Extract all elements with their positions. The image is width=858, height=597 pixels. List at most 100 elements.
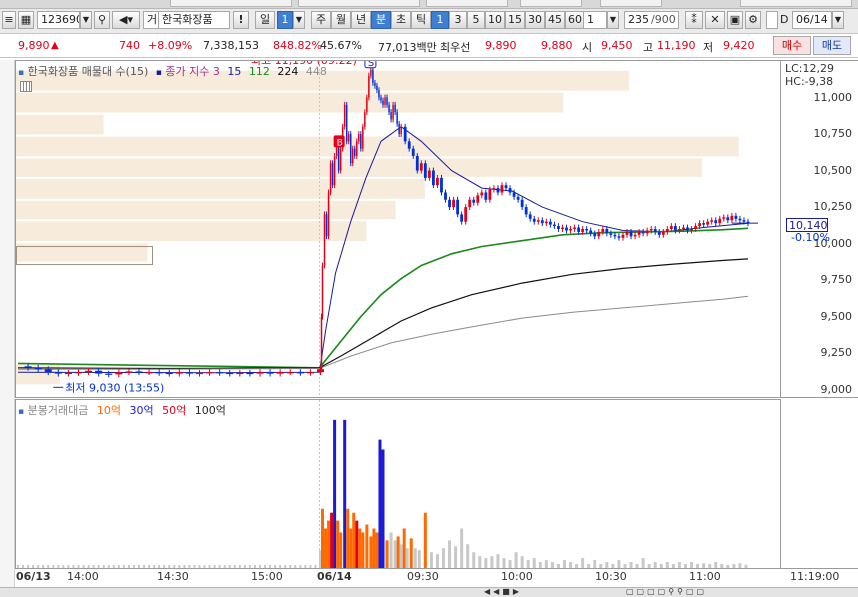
window-tab[interactable]: [520, 0, 582, 7]
candle-body: [645, 230, 649, 234]
grid-toggle-icon[interactable]: [20, 81, 32, 92]
best-ask: 9,890: [485, 39, 517, 52]
volume-bar: [429, 552, 433, 568]
lc-label: LC:12,29: [785, 62, 835, 75]
volume-bar: [562, 560, 566, 568]
volume-bar-small: [299, 565, 302, 568]
legend-collapse-icon[interactable]: ▪: [18, 68, 24, 78]
candle-body: [356, 141, 358, 156]
candle-body: [400, 126, 402, 135]
date-input[interactable]: 06/14: [792, 11, 832, 29]
legend-ma-15: 15: [227, 65, 242, 78]
volume-bar: [683, 564, 687, 568]
save-icon[interactable]: ▣: [727, 11, 743, 29]
window-tab[interactable]: [740, 0, 852, 7]
period-minute-button[interactable]: 분: [371, 11, 391, 29]
candle-body: [296, 372, 304, 374]
chart-type-icon[interactable]: ▦: [18, 11, 34, 29]
minute-option-1[interactable]: 1: [431, 11, 449, 29]
candle-body: [440, 177, 443, 193]
buy-signal-label: B: [337, 138, 343, 148]
price-tick-label: 10,250: [813, 200, 853, 214]
volume-bar: [665, 562, 669, 568]
indicator-icon[interactable]: ⁑: [685, 11, 703, 29]
volume-bar-small: [253, 565, 256, 568]
candle-body: [427, 170, 431, 178]
volume-bar-small: [132, 565, 135, 568]
window-tab[interactable]: [170, 0, 292, 7]
candle-body: [175, 372, 183, 374]
volume-bar-small: [274, 565, 277, 568]
date-checkbox[interactable]: [766, 11, 778, 29]
bar-count-input[interactable]: 235: [624, 11, 652, 29]
alert-button[interactable]: !: [233, 11, 249, 29]
buy-button[interactable]: 매수: [773, 36, 811, 55]
period-tick-button[interactable]: 틱: [411, 11, 431, 29]
minute-option-30[interactable]: 30: [525, 11, 545, 29]
minute-option-3[interactable]: 3: [449, 11, 467, 29]
volume-bar-small: [57, 565, 60, 568]
scroll-nav-icons[interactable]: ◀◀■▶: [484, 588, 544, 596]
volume-bar-small: [32, 565, 35, 568]
period-year-button[interactable]: 년: [351, 11, 371, 29]
window-tab[interactable]: [600, 0, 662, 7]
volume-bar-small: [158, 565, 161, 568]
volume-bar-small: [67, 565, 70, 568]
minute-option-60[interactable]: 60: [565, 11, 585, 29]
change-percent: +8.09%: [148, 39, 193, 52]
volume-legend-icon[interactable]: ▪: [18, 407, 24, 417]
volume-bar: [581, 558, 585, 568]
volume-chart-canvas[interactable]: [16, 400, 780, 568]
candle-body: [472, 199, 476, 203]
minute-option-10[interactable]: 10: [485, 11, 505, 29]
date-dropdown[interactable]: ▼: [832, 11, 844, 29]
stock-code-input[interactable]: 123690: [37, 11, 80, 29]
gear-icon[interactable]: ⚙: [745, 11, 761, 29]
candle-body: [633, 234, 637, 237]
candle-body: [706, 221, 710, 225]
price-tick-label: 9,500: [820, 309, 853, 323]
period-month-button[interactable]: 월: [331, 11, 351, 29]
candle-body: [432, 170, 435, 186]
volume-bar-small: [148, 565, 151, 568]
window-tab-strip: [0, 0, 858, 9]
best-bid: 9,880: [541, 39, 573, 52]
volume-bar-small: [153, 565, 156, 568]
menu-toggle-icon[interactable]: ≡: [2, 11, 16, 29]
volume-bar: [333, 419, 337, 568]
price-chart-canvas[interactable]: S최고 11,190 (09:22)B최저 9,030 (13:55): [16, 61, 780, 397]
minute-option-45[interactable]: 45: [545, 11, 565, 29]
volume-bar-small: [213, 565, 216, 568]
window-tab[interactable]: [426, 0, 508, 7]
volume-profile-bar: [16, 178, 425, 199]
volume-bar: [520, 556, 524, 568]
window-tab[interactable]: [298, 0, 420, 7]
stock-code-dropdown[interactable]: ▼: [80, 11, 92, 29]
candle-body: [581, 229, 585, 232]
period-second-button[interactable]: 초: [391, 11, 411, 29]
volume-bar: [355, 520, 359, 568]
search-icon[interactable]: ⚲: [94, 11, 110, 29]
candle-body: [460, 214, 464, 222]
candle-body: [394, 104, 396, 113]
price-chart-pane[interactable]: S최고 11,190 (09:22)B최저 9,030 (13:55) ▪ 한국…: [15, 60, 781, 398]
period-day-button[interactable]: 일: [255, 11, 275, 29]
minute-option-15[interactable]: 15: [505, 11, 525, 29]
period-week-button[interactable]: 주: [311, 11, 331, 29]
stock-name-field[interactable]: 한국화장품: [158, 11, 230, 29]
candle-body: [661, 231, 665, 235]
draw-tool-icon[interactable]: ✕: [705, 11, 725, 29]
sound-icon[interactable]: ◀▾: [112, 11, 140, 29]
zoom-tool-icons[interactable]: ▢▢▢▢⚲⚲▢▢: [626, 588, 726, 596]
interval-input[interactable]: 1: [583, 11, 607, 29]
minute-option-5[interactable]: 5: [467, 11, 485, 29]
candle-body: [540, 220, 544, 224]
candle-body: [276, 372, 284, 374]
interval-dropdown[interactable]: ▼: [607, 11, 619, 29]
volume-bar-small: [309, 565, 312, 568]
period-day-count[interactable]: 1: [277, 11, 293, 29]
volume-chart-pane[interactable]: ▪ 분봉거래대금 10억 30억 50억 100억: [15, 399, 781, 569]
period-day-dropdown[interactable]: ▼: [293, 11, 305, 29]
sell-button[interactable]: 매도: [813, 36, 851, 55]
volume-bar: [361, 532, 365, 568]
